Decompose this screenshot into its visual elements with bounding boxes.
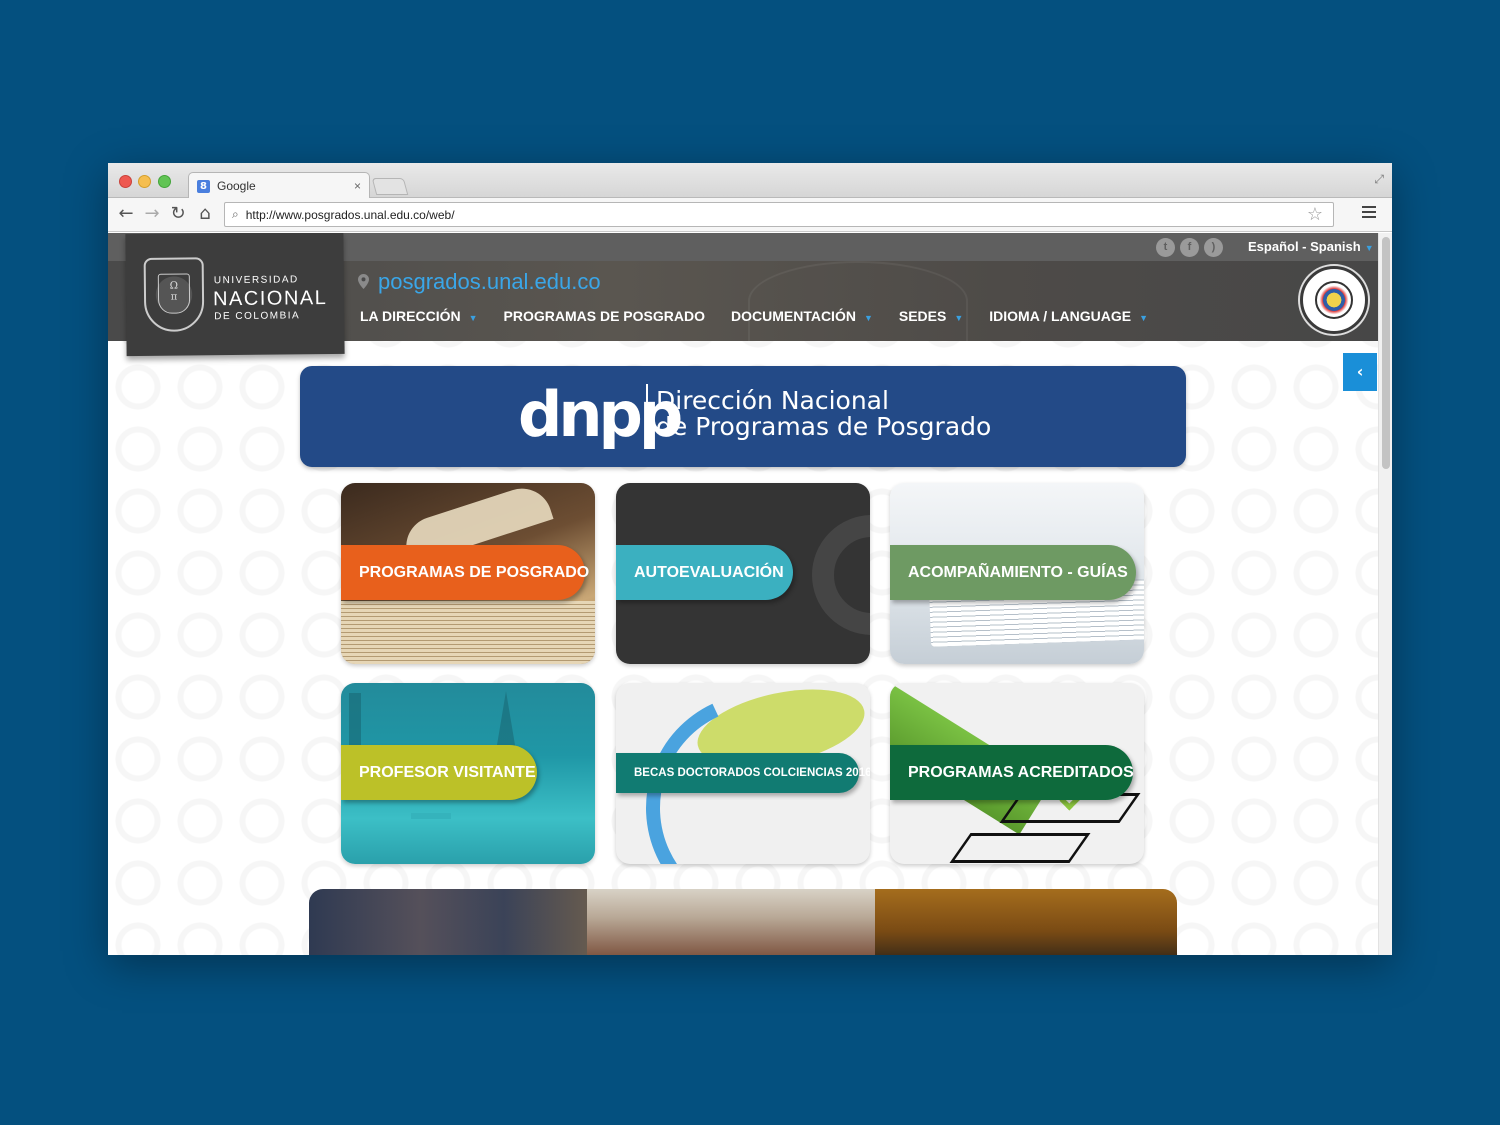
dnpp-banner[interactable]: dnpp Dirección Nacional de Programas de … (300, 366, 1186, 467)
new-tab-button[interactable] (371, 178, 409, 195)
tile-profesor-visitante[interactable]: PROFESOR VISITANTE (341, 683, 595, 864)
tile-label: PROFESOR VISITANTE (341, 745, 537, 800)
main-navigation: LA DIRECCIÓN ▼ PROGRAMAS DE POSGRADO DOCU… (360, 308, 1174, 324)
banner-title: Dirección Nacional de Programas de Posgr… (656, 386, 992, 441)
tile-label: BECAS DOCTORADOS COLCIENCIAS 2016 (616, 753, 870, 793)
chevron-down-icon: ▼ (1139, 313, 1148, 323)
logo-line-2: NACIONAL (212, 287, 328, 311)
nav-idioma[interactable]: IDIOMA / LANGUAGE ▼ (989, 308, 1148, 324)
tile-label: PROGRAMAS ACREDITADOS (890, 745, 1134, 800)
back-icon[interactable]: ← (115, 204, 137, 224)
tile-label: ACOMPAÑAMIENTO - GUÍAS (890, 545, 1136, 600)
chevron-down-icon: ▼ (1364, 243, 1374, 253)
tile-programas-de-posgrado[interactable]: PROGRAMAS DE POSGRADO (341, 483, 595, 664)
rss-icon[interactable]: ) (1204, 238, 1223, 257)
browser-menu-icon[interactable] (1362, 206, 1376, 220)
chevron-left-icon: ‹ (1356, 362, 1364, 381)
chevron-down-icon: ▼ (954, 313, 964, 323)
browser-window: 8 Google × ⤢ ← → ↻ ⌂ ⌕ http://www.posgra… (108, 163, 1392, 955)
logo-line-3: DE COLOMBIA (214, 310, 301, 323)
page-viewport: t f ) Español - Spanish ▼ posgrados.unal.… (108, 233, 1392, 955)
colombia-coat-of-arms-logo[interactable] (1300, 266, 1368, 334)
tile-label: PROGRAMAS DE POSGRADO (341, 545, 589, 600)
reload-icon[interactable]: ↻ (167, 204, 189, 224)
home-icon[interactable]: ⌂ (194, 204, 216, 224)
facebook-icon[interactable]: f (1180, 238, 1199, 257)
zoom-window-button[interactable] (158, 175, 171, 188)
fullscreen-icon[interactable]: ⤢ (1374, 172, 1384, 187)
twitter-icon[interactable]: t (1156, 238, 1175, 257)
nav-programas-de-posgrado[interactable]: PROGRAMAS DE POSGRADO (504, 308, 705, 324)
coat-of-arms-emblem (1315, 281, 1353, 319)
header-decoration (748, 261, 968, 341)
logo-line-1: UNIVERSIDAD (213, 274, 299, 287)
minimize-window-button[interactable] (138, 175, 151, 188)
browser-toolbar: ← → ↻ ⌂ ⌕ http://www.posgrados.unal.edu.… (108, 198, 1392, 232)
url-text[interactable]: http://www.posgrados.unal.edu.co/web/ (246, 208, 1307, 222)
university-logo[interactable]: Ωπ UNIVERSIDAD NACIONAL DE COLOMBIA (125, 233, 345, 357)
tab-title: Google (217, 179, 256, 193)
tile-acompanamiento-guias[interactable]: ACOMPAÑAMIENTO - GUÍAS (890, 483, 1144, 664)
tab-close-icon[interactable]: × (354, 179, 361, 193)
site-domain-link[interactable]: posgrados.unal.edu.co (358, 269, 601, 295)
banner-divider (646, 384, 648, 448)
tile-autoevaluacion[interactable]: AUTOEVALUACIÓN (616, 483, 870, 664)
forward-icon[interactable]: → (141, 204, 163, 224)
google-favicon-icon: 8 (197, 179, 210, 193)
scrollbar-thumb[interactable] (1382, 237, 1390, 469)
nav-documentacion[interactable]: DOCUMENTACIÓN ▼ (731, 308, 873, 324)
chevron-down-icon: ▼ (468, 313, 478, 323)
bookmark-star-icon[interactable]: ☆ (1307, 204, 1323, 225)
language-selector[interactable]: Español - Spanish ▼ (1248, 239, 1374, 254)
browser-tab[interactable]: 8 Google × (188, 172, 370, 199)
campus-building-photo (587, 889, 875, 955)
lecture-hall-photo (875, 889, 1177, 955)
browser-titlebar: 8 Google × ⤢ (108, 163, 1392, 199)
university-seal-icon: Ωπ (143, 257, 205, 332)
search-icon: ⌕ (232, 207, 239, 221)
tile-becas-doctorados[interactable]: BECAS DOCTORADOS COLCIENCIAS 2016 (616, 683, 870, 864)
address-bar[interactable]: ⌕ http://www.posgrados.unal.edu.co/web/ … (224, 202, 1334, 227)
photo-carousel[interactable] (309, 889, 1177, 955)
students-photo (309, 889, 587, 955)
nav-la-direccion[interactable]: LA DIRECCIÓN ▼ (360, 308, 478, 324)
language-label: Español - Spanish (1248, 239, 1361, 254)
tile-label: AUTOEVALUACIÓN (616, 545, 793, 600)
vertical-scrollbar[interactable] (1378, 233, 1392, 955)
close-window-button[interactable] (119, 175, 132, 188)
tile-programas-acreditados[interactable]: PROGRAMAS ACREDITADOS (890, 683, 1144, 864)
sidebar-toggle-button[interactable]: ‹ (1343, 353, 1377, 391)
chevron-down-icon: ▼ (863, 313, 873, 323)
nav-sedes[interactable]: SEDES ▼ (899, 308, 963, 324)
